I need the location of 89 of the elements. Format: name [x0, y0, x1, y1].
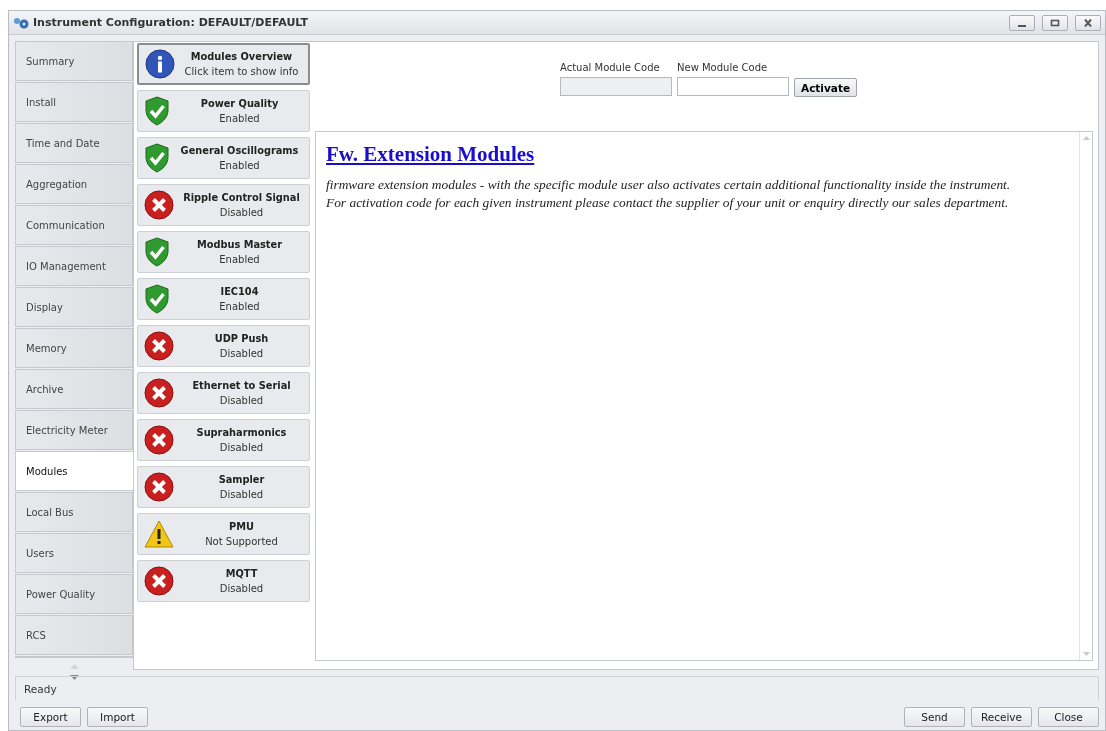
- module-status: Disabled: [219, 348, 264, 359]
- module-item[interactable]: General Oscillograms Enabled: [137, 137, 310, 179]
- nav-tab[interactable]: Electricity Meter: [15, 410, 133, 450]
- scrollbar[interactable]: [1079, 132, 1092, 660]
- new-code-field[interactable]: [677, 77, 789, 96]
- footer-button[interactable]: Receive: [971, 707, 1032, 727]
- module-item[interactable]: MQTT Disabled: [137, 560, 310, 602]
- error-icon: [144, 566, 174, 596]
- module-status: Disabled: [219, 583, 264, 594]
- actual-code-field[interactable]: [560, 77, 672, 96]
- error-icon: [144, 190, 174, 220]
- error-icon: [144, 425, 174, 455]
- scroll-down-icon[interactable]: [69, 675, 79, 680]
- field-label: New Module Code: [677, 62, 769, 73]
- check-shield-icon: [144, 237, 170, 267]
- module-status: Enabled: [219, 113, 260, 124]
- nav-tab[interactable]: Modules: [15, 451, 133, 491]
- nav-tab[interactable]: Summary: [15, 41, 133, 81]
- footer-button[interactable]: Close: [1038, 707, 1099, 727]
- scroll-down-icon[interactable]: [1082, 652, 1090, 656]
- module-name: UDP Push: [214, 333, 269, 344]
- module-name: Supraharmonics: [196, 427, 287, 438]
- error-icon: [144, 331, 174, 361]
- close-icon: [1083, 18, 1093, 27]
- maximize-button[interactable]: [1042, 14, 1068, 31]
- module-name: Ethernet to Serial: [192, 380, 291, 391]
- module-item[interactable]: Modbus Master Enabled: [137, 231, 310, 273]
- module-status: Enabled: [219, 160, 260, 171]
- activate-button[interactable]: Activate: [794, 78, 858, 97]
- footer-button[interactable]: Export: [20, 707, 81, 727]
- description-text: firmware extension modules - with the specific module user also activates certain additional functionality inside the instrument. For activation code for each given instrument please contact the supplier of your unit or enquiry directly our sales department.: [326, 176, 1012, 212]
- module-status: Disabled: [219, 442, 264, 453]
- minimize-icon: [1018, 24, 1026, 27]
- nav-tab[interactable]: Archive: [15, 369, 133, 409]
- nav-tab[interactable]: Display: [15, 287, 133, 327]
- heading-link[interactable]: Fw. Extension Modules: [326, 142, 535, 167]
- module-name: Ripple Control Signal: [183, 192, 300, 203]
- nav-tab[interactable]: Users: [15, 533, 133, 573]
- nav-tab[interactable]: Aggregation: [15, 164, 133, 204]
- status-text: Ready: [24, 682, 57, 695]
- nav-tab[interactable]: Local Bus: [15, 492, 133, 532]
- warning-icon: [144, 520, 174, 548]
- field-label: Actual Module Code: [560, 62, 661, 73]
- nav-tab[interactable]: Power Quality: [15, 574, 133, 614]
- gears-icon: [13, 16, 29, 29]
- nav-tab[interactable]: Install: [15, 82, 133, 122]
- nav-tab[interactable]: RCS: [15, 615, 133, 655]
- module-name: Power Quality: [200, 98, 279, 109]
- module-item[interactable]: Power Quality Enabled: [137, 90, 310, 132]
- module-status: Not Supported: [205, 536, 278, 547]
- module-status: Click item to show info: [184, 66, 299, 77]
- info-icon: [145, 49, 175, 79]
- window-title: Instrument Configuration: DEFAULT/DEFAULT: [33, 16, 310, 29]
- close-button[interactable]: [1075, 14, 1101, 31]
- nav-tab[interactable]: Communication: [15, 205, 133, 245]
- scroll-up-icon[interactable]: [69, 664, 79, 669]
- nav-tab[interactable]: Memory: [15, 328, 133, 368]
- module-status: Disabled: [219, 489, 264, 500]
- module-name: PMU: [229, 521, 254, 532]
- check-shield-icon: [144, 284, 170, 314]
- module-name: General Oscillograms: [180, 145, 299, 156]
- module-status: Disabled: [219, 395, 264, 406]
- module-item[interactable]: UDP Push Disabled: [137, 325, 310, 367]
- scroll-up-icon[interactable]: [1082, 136, 1090, 140]
- module-status: Enabled: [219, 254, 260, 265]
- minimize-button[interactable]: [1009, 14, 1035, 31]
- nav-tab[interactable]: IO Management: [15, 246, 133, 286]
- module-name: Modules Overview: [190, 51, 293, 62]
- module-item[interactable]: Ripple Control Signal Disabled: [137, 184, 310, 226]
- error-icon: [144, 378, 174, 408]
- module-item[interactable]: Modules Overview Click item to show info: [137, 43, 310, 85]
- module-name: Modbus Master: [196, 239, 283, 250]
- module-name: MQTT: [225, 568, 258, 579]
- module-item[interactable]: Sampler Disabled: [137, 466, 310, 508]
- module-name: IEC104: [220, 286, 259, 297]
- nav-tab[interactable]: Time and Date: [15, 123, 133, 163]
- maximize-icon: [1050, 18, 1060, 27]
- module-name: Sampler: [218, 474, 265, 485]
- module-status: Enabled: [219, 301, 260, 312]
- error-icon: [144, 472, 174, 502]
- module-item[interactable]: IEC104 Enabled: [137, 278, 310, 320]
- module-item[interactable]: Supraharmonics Disabled: [137, 419, 310, 461]
- module-item[interactable]: PMU Not Supported: [137, 513, 310, 555]
- check-shield-icon: [144, 96, 170, 126]
- check-shield-icon: [144, 143, 170, 173]
- footer-button[interactable]: Send: [904, 707, 965, 727]
- footer-button[interactable]: Import: [87, 707, 148, 727]
- module-item[interactable]: Ethernet to Serial Disabled: [137, 372, 310, 414]
- module-status: Disabled: [219, 207, 264, 218]
